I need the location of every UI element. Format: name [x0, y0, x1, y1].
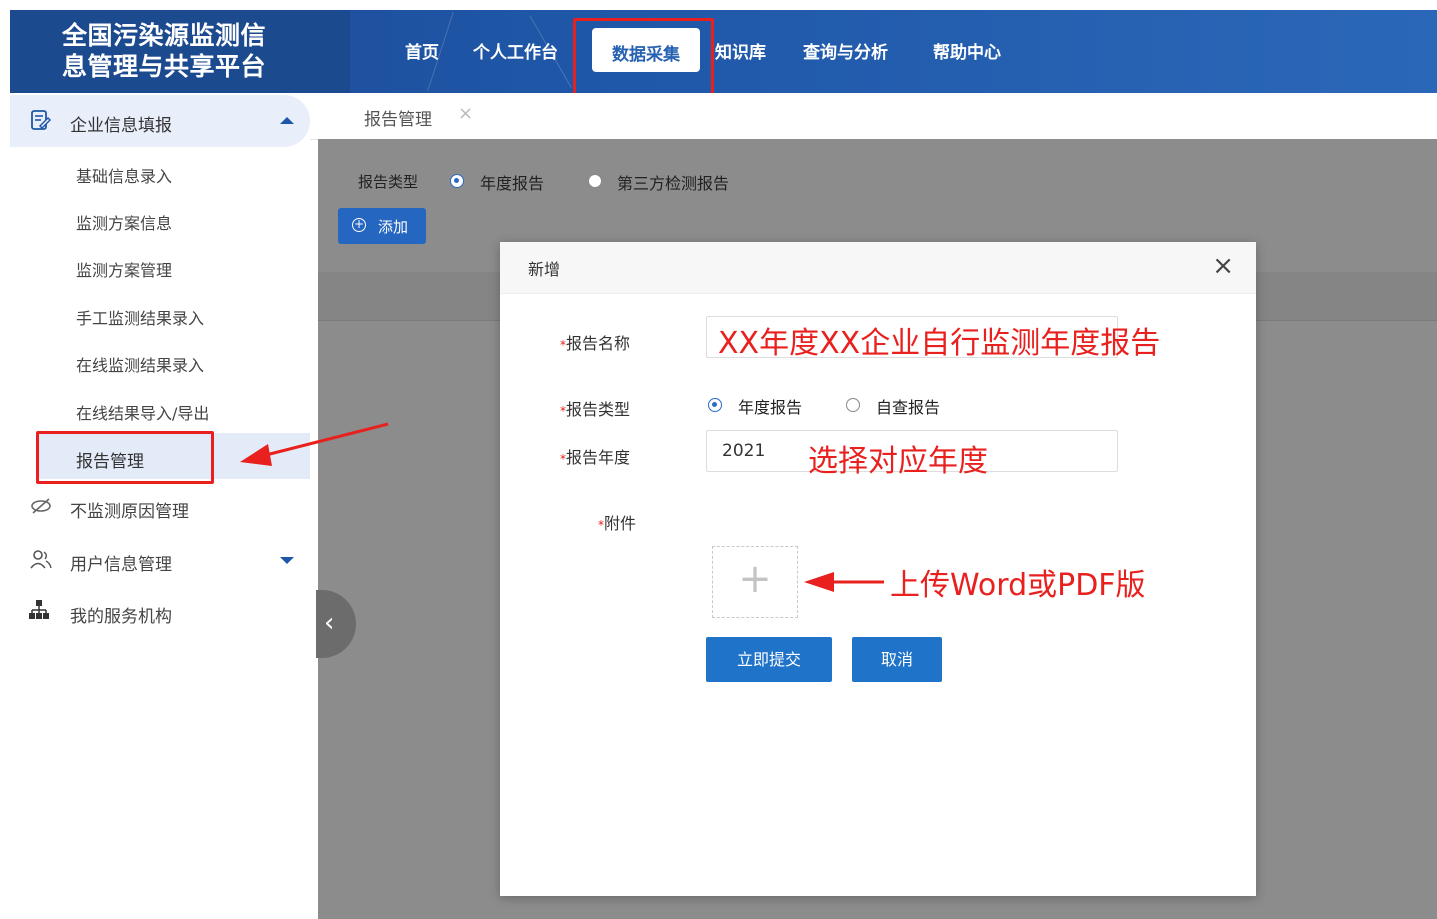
sidebar: 企业信息填报 基础信息录入 监测方案信息 监测方案管理 手工监测结果录入 在线监…	[10, 93, 310, 919]
annotation-year: 选择对应年度	[808, 444, 988, 479]
users-icon	[30, 550, 52, 569]
attachment-label-text: 附件	[604, 514, 637, 533]
report-type-label: *报告类型	[560, 396, 630, 420]
sidebar-item-manual-result[interactable]: 手工监测结果录入	[76, 305, 204, 329]
sidebar-item-basic-info[interactable]: 基础信息录入	[76, 163, 172, 187]
filter-radio-third-party[interactable]	[588, 174, 602, 188]
report-name-label-text: 报告名称	[566, 334, 631, 353]
submit-button[interactable]: 立即提交	[706, 637, 832, 682]
plus-circle-icon: +	[352, 217, 366, 232]
brand-area: 全国污染源监测信 息管理与共享平台	[10, 10, 350, 93]
sidebar-item-online-result[interactable]: 在线监测结果录入	[76, 352, 204, 376]
dialog-header: 新增 ×	[500, 242, 1256, 294]
report-name-label: *报告名称	[560, 330, 630, 354]
sidebar-group-enterprise-info[interactable]: 企业信息填报	[10, 95, 310, 147]
tab-close-icon[interactable]: ×	[458, 103, 473, 124]
nav-query-analysis[interactable]: 查询与分析	[803, 38, 888, 63]
filter-report-type-label: 报告类型	[358, 173, 419, 191]
sidebar-item-service-org[interactable]: 我的服务机构	[70, 602, 172, 627]
tab-bar: 报告管理 ×	[310, 93, 1437, 140]
app-title-line2: 息管理与共享平台	[62, 52, 267, 81]
annotation-report-name: XX年度XX企业自行监测年度报告	[718, 326, 1161, 361]
report-year-label: *报告年度	[560, 444, 630, 468]
form-icon	[31, 110, 52, 130]
report-type-label-text: 报告类型	[566, 400, 631, 419]
plus-icon: +	[738, 556, 772, 602]
app-title: 全国污染源监测信 息管理与共享平台	[62, 20, 322, 82]
nav-help-center[interactable]: 帮助中心	[933, 38, 1001, 63]
eye-off-icon	[31, 498, 51, 514]
add-button-label: 添加	[378, 218, 409, 236]
sidebar-item-no-monitor-reason[interactable]: 不监测原因管理	[70, 497, 189, 522]
cancel-button[interactable]: 取消	[852, 637, 942, 682]
annotation-upload: 上传Word或PDF版	[890, 568, 1146, 603]
report-type-option-annual[interactable]: 年度报告	[738, 394, 802, 418]
top-navbar: 全国污染源监测信 息管理与共享平台 首页 个人工作台 知识库 查询与分析 帮助中…	[10, 10, 1437, 93]
close-icon[interactable]: ×	[1212, 252, 1234, 280]
sidebar-item-user-info[interactable]: 用户信息管理	[70, 550, 172, 575]
attachment-label: *附件	[598, 510, 636, 534]
chevron-left-icon: ‹	[324, 608, 335, 638]
report-type-radio-self-check[interactable]	[846, 398, 860, 412]
upload-button[interactable]: +	[712, 546, 798, 618]
nav-knowledge-base[interactable]: 知识库	[715, 38, 766, 63]
nav-workspace[interactable]: 个人工作台	[473, 38, 558, 63]
chevron-up-icon	[280, 117, 294, 124]
highlight-box-nav	[573, 18, 714, 98]
sidebar-group-label: 企业信息填报	[70, 116, 172, 136]
add-button[interactable]: + 添加	[338, 208, 426, 244]
tab-report-manage[interactable]: 报告管理	[364, 105, 432, 130]
nav-home[interactable]: 首页	[405, 38, 439, 63]
sidebar-item-import-export[interactable]: 在线结果导入/导出	[76, 400, 209, 424]
dialog-title: 新增	[528, 260, 561, 279]
filter-option-third-party[interactable]: 第三方检测报告	[617, 170, 729, 194]
filter-radio-annual[interactable]	[450, 174, 464, 188]
highlight-box-sidebar	[36, 431, 214, 484]
sidebar-item-monitor-plan-manage[interactable]: 监测方案管理	[76, 257, 172, 281]
filter-option-annual[interactable]: 年度报告	[480, 170, 544, 194]
sidebar-item-monitor-plan-info[interactable]: 监测方案信息	[76, 210, 172, 234]
app-title-line1: 全国污染源监测信	[62, 21, 267, 50]
report-year-label-text: 报告年度	[566, 448, 631, 467]
org-chart-icon	[29, 600, 49, 619]
report-year-value: 2021	[722, 441, 766, 461]
report-type-option-self-check[interactable]: 自查报告	[876, 394, 940, 418]
report-type-radio-annual[interactable]	[708, 398, 722, 412]
chevron-down-icon	[280, 557, 294, 564]
